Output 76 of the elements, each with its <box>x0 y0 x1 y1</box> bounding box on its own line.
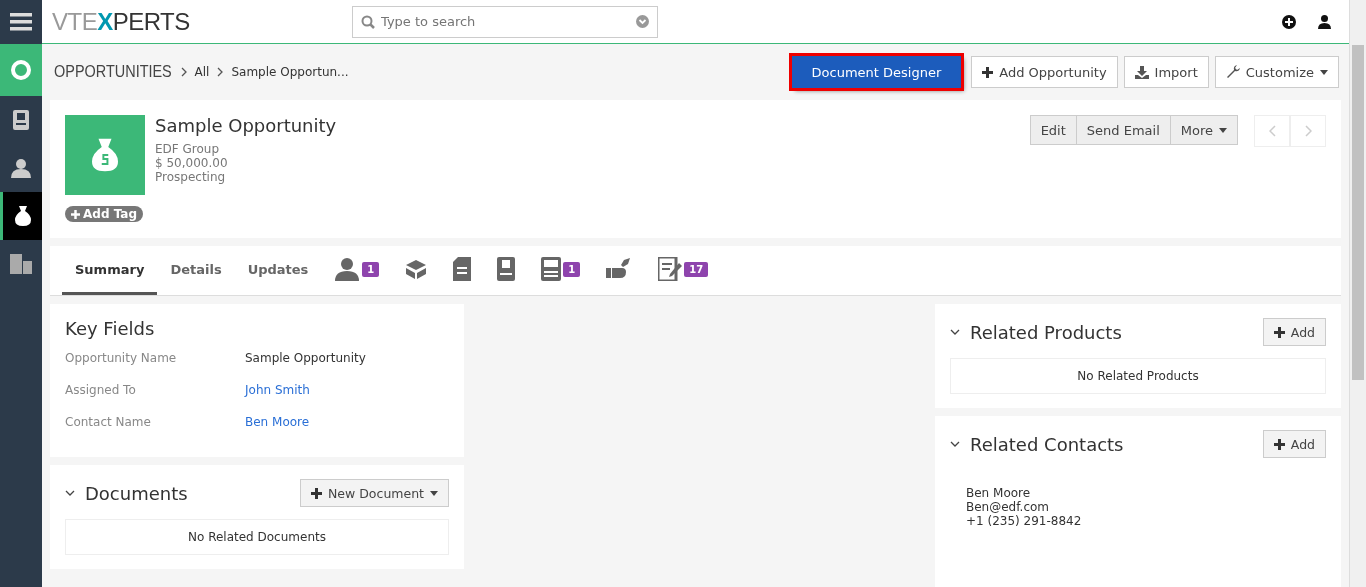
search-field[interactable]: Type to search <box>352 5 658 38</box>
field-link[interactable]: John Smith <box>245 383 449 397</box>
panel-title: Related Contacts <box>970 433 1124 455</box>
user-icon[interactable] <box>1318 14 1331 29</box>
add-button[interactable]: Add <box>1262 430 1326 458</box>
record-button[interactable]: Send Email <box>1075 115 1170 145</box>
person-icon[interactable] <box>11 158 31 178</box>
icon-tab[interactable]: 17 <box>645 246 722 295</box>
chevron-icon[interactable] <box>950 441 960 447</box>
field-label: Assigned To <box>65 383 137 397</box>
add-button[interactable]: Add <box>1262 318 1326 346</box>
money-bag-icon <box>65 115 145 195</box>
add-icon[interactable] <box>1282 14 1296 29</box>
tab[interactable]: Details <box>157 246 235 295</box>
plus-icon <box>311 487 322 499</box>
menu-icon[interactable] <box>10 13 32 31</box>
box-icon <box>405 258 428 280</box>
building-icon[interactable] <box>10 254 32 274</box>
breadcrumb-item[interactable]: Sample Opportun... <box>231 65 349 79</box>
field-label: Opportunity Name <box>65 351 178 365</box>
empty-message: No Related Products <box>950 358 1326 394</box>
record-detail: Prospecting <box>155 170 227 184</box>
icon-tab[interactable]: 1 <box>321 246 393 295</box>
record-detail: EDF Group <box>155 142 221 156</box>
field-link[interactable]: Ben Moore <box>245 415 449 429</box>
panel-title: Key Fields <box>65 318 156 339</box>
plus-icon <box>982 66 994 78</box>
money-bag-icon[interactable] <box>14 206 31 226</box>
caret-icon <box>430 490 438 496</box>
person-icon <box>334 257 361 281</box>
contact-detail: Ben@edf.com <box>966 500 1050 514</box>
record-detail: $ 50,000.00 <box>155 156 229 170</box>
icon-tab[interactable]: 1 <box>528 246 594 295</box>
search-icon <box>361 14 375 29</box>
contact-detail: +1 (235) 291-8842 <box>966 514 1083 528</box>
action-button[interactable]: Add Opportunity <box>971 56 1118 88</box>
record-button[interactable]: Edit <box>1029 115 1076 145</box>
plus-icon <box>1273 438 1285 450</box>
breadcrumb-item[interactable]: All <box>194 65 210 79</box>
plus-icon <box>71 209 80 219</box>
add-tag-button[interactable]: Add Tag <box>65 206 143 222</box>
tab[interactable]: Summary <box>62 246 158 295</box>
panel-title: Documents <box>85 482 188 504</box>
field-label: Contact Name <box>65 415 152 429</box>
record-title: Sample Opportunity <box>155 115 337 136</box>
chevron-icon <box>217 67 224 77</box>
count-badge: 1 <box>563 261 581 277</box>
panel-title: Related Products <box>970 321 1122 343</box>
field-value: Sample Opportunity <box>245 351 367 365</box>
caret-icon <box>1219 127 1227 133</box>
count-badge: 1 <box>362 261 380 277</box>
dropdown-icon[interactable] <box>636 14 649 28</box>
scrollbar-thumb[interactable] <box>1352 45 1364 380</box>
caret-icon <box>1320 69 1328 75</box>
chevron-icon[interactable] <box>65 490 75 496</box>
empty-message: No Related Documents <box>65 519 449 555</box>
document-icon <box>453 257 472 281</box>
count-badge: 17 <box>684 261 709 277</box>
logo: VTEXPERTS <box>52 7 191 36</box>
sales-order-icon <box>541 257 562 281</box>
action-button[interactable]: Customize <box>1214 56 1339 88</box>
action-button[interactable]: Import <box>1123 56 1209 88</box>
wrench-icon <box>1225 65 1240 79</box>
contact-card-icon[interactable] <box>13 110 29 130</box>
quote-icon <box>497 257 516 281</box>
edit-list-icon <box>658 257 683 281</box>
plus-icon <box>1273 326 1285 338</box>
designer-button[interactable]: Document Designer <box>791 56 962 88</box>
new-document-button[interactable]: New Document <box>300 479 449 507</box>
contact-detail: Ben Moore <box>966 486 1032 500</box>
download-icon <box>1134 65 1149 79</box>
record-button[interactable]: More <box>1169 115 1238 145</box>
tab[interactable]: Updates <box>234 246 322 295</box>
module-title[interactable]: OPPORTUNITIES <box>54 62 172 82</box>
chevron-icon[interactable] <box>950 329 960 335</box>
chevron-icon <box>180 67 187 77</box>
